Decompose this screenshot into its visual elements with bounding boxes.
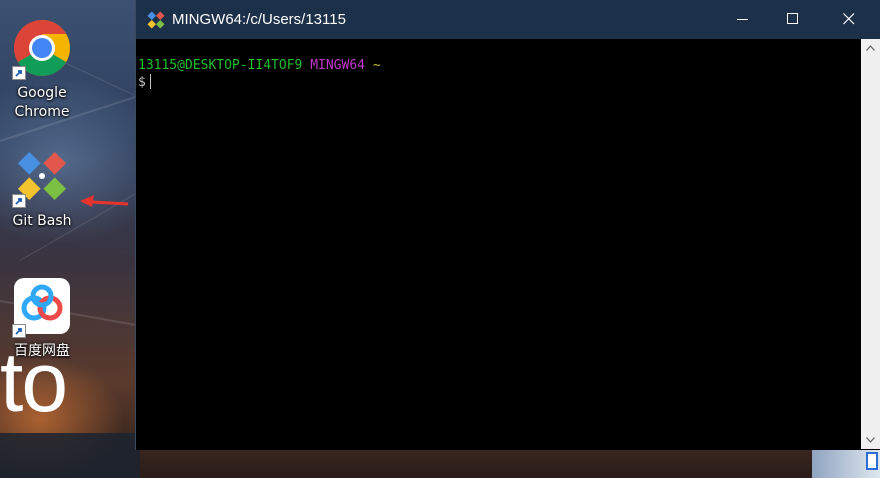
maximize-button[interactable]	[770, 0, 816, 39]
shortcut-arrow-icon	[12, 194, 26, 208]
red-arrow-icon	[80, 195, 129, 207]
terminal-output[interactable]: 13115@DESKTOP-II4TOF9 MINGW64 ~ $	[136, 39, 860, 449]
title-bar[interactable]: MINGW64:/c/Users/13115	[136, 0, 880, 39]
scroll-up-icon[interactable]	[866, 45, 875, 51]
git-bash-icon	[147, 11, 165, 29]
window-title: MINGW64:/c/Users/13115	[172, 11, 346, 28]
desktop-icon-chrome[interactable]: Google Chrome	[2, 18, 82, 122]
terminal-window[interactable]: MINGW64:/c/Users/13115 13115@DESKTOP-II4…	[135, 0, 880, 450]
prompt-user-host: 13115@DESKTOP-II4TOF9	[138, 58, 303, 73]
text-cursor	[149, 74, 151, 89]
desktop-icon-label: Git Bash	[12, 213, 72, 229]
shortcut-arrow-icon	[12, 66, 26, 80]
prompt-environment: MINGW64	[310, 58, 365, 73]
maximize-icon	[787, 13, 798, 24]
prompt-path: ~	[372, 58, 381, 73]
wallpaper-dark-band	[0, 433, 140, 478]
close-icon	[843, 13, 855, 25]
desktop-icon-label: 百度网盘	[14, 343, 70, 359]
vertical-scrollbar[interactable]	[861, 39, 880, 449]
chrome-icon	[12, 18, 72, 80]
desktop-icon-git-bash[interactable]: Git Bash	[2, 146, 82, 231]
desktop-icon-baidu-netdisk[interactable]: 百度网盘	[2, 276, 82, 361]
minimize-button[interactable]	[720, 0, 766, 39]
minimize-icon	[737, 19, 748, 20]
prompt-symbol: $	[138, 75, 146, 90]
baidu-netdisk-icon	[12, 276, 72, 338]
shortcut-arrow-icon	[12, 324, 26, 338]
git-bash-icon	[12, 146, 72, 208]
scroll-down-icon[interactable]	[866, 437, 875, 443]
taskbar-thumbnail-icon[interactable]	[866, 452, 878, 470]
desktop-icon-label: Google Chrome	[14, 85, 70, 120]
close-button[interactable]	[826, 0, 872, 39]
